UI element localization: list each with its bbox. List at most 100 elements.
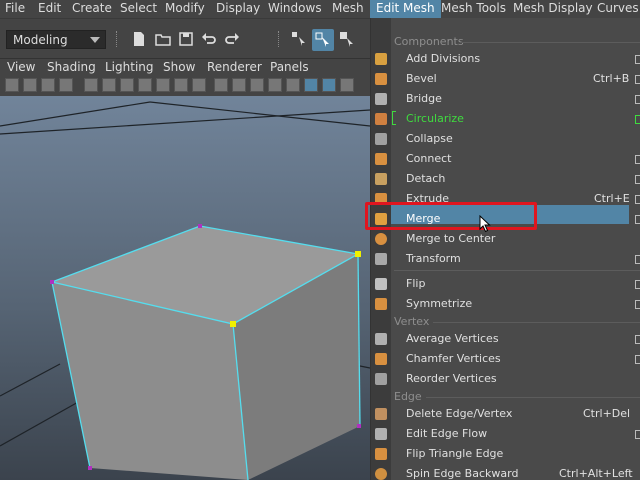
menu-item-edit-edge-flow[interactable]: Edit Edge Flow — [406, 427, 487, 440]
menu-item-detach[interactable]: Detach — [406, 172, 445, 185]
status-toolbar: Modeling — [0, 18, 370, 59]
save-scene-icon[interactable] — [178, 31, 194, 47]
average-vertices-icon — [375, 333, 387, 345]
option-box-icon[interactable] — [635, 115, 640, 124]
merge-to-center-icon — [375, 233, 387, 245]
option-box-icon[interactable] — [635, 255, 640, 264]
camera-select-icon[interactable] — [5, 78, 19, 92]
grid-toggle-icon[interactable] — [84, 78, 98, 92]
menu-item-delete-edge-vertex[interactable]: Delete Edge/Vertex — [406, 407, 512, 420]
selected-vertex[interactable] — [230, 321, 236, 327]
option-box-icon[interactable] — [635, 300, 640, 309]
option-box-icon[interactable] — [635, 335, 640, 344]
option-box-icon[interactable] — [635, 430, 640, 439]
menu-item-merge-to-center[interactable]: Merge to Center — [406, 232, 495, 245]
vertex[interactable] — [88, 466, 92, 470]
shortcut-extrude: Ctrl+E — [594, 192, 630, 205]
menu-item-symmetrize[interactable]: Symmetrize — [406, 297, 472, 310]
open-scene-icon[interactable] — [155, 31, 171, 47]
merge-highlight-callout — [365, 202, 537, 230]
menu-item-bevel[interactable]: Bevel — [406, 72, 437, 85]
option-box-icon[interactable] — [635, 95, 640, 104]
menu-mesh-tools[interactable]: Mesh Tools — [441, 0, 506, 18]
menu-curves[interactable]: Curves — [597, 0, 639, 18]
section-divider — [433, 322, 640, 323]
new-scene-icon[interactable] — [131, 31, 147, 47]
option-box-icon[interactable] — [635, 75, 640, 84]
section-divider — [394, 270, 640, 271]
menu-item-chamfer-vertices[interactable]: Chamfer Vertices — [406, 352, 501, 365]
gate-mask-icon[interactable] — [138, 78, 152, 92]
edit-mesh-dropdown-menu: Components Add Divisions Bevel Ctrl+B Br… — [370, 18, 640, 480]
reorder-vertices-icon — [375, 373, 387, 385]
circularize-icon — [375, 113, 387, 125]
textured-icon[interactable] — [268, 78, 282, 92]
perspective-viewport[interactable] — [0, 96, 370, 480]
menu-modify[interactable]: Modify — [165, 0, 205, 18]
menu-item-add-divisions[interactable]: Add Divisions — [406, 52, 480, 65]
option-box-icon[interactable] — [635, 55, 640, 64]
section-header-edge: Edge — [394, 390, 422, 403]
section-header-vertex: Vertex — [394, 315, 430, 328]
select-by-hierarchy-icon[interactable] — [291, 31, 307, 47]
default-material-icon[interactable] — [250, 78, 264, 92]
menu-windows[interactable]: Windows — [268, 0, 322, 18]
bevel-icon — [375, 73, 387, 85]
option-box-icon[interactable] — [635, 155, 640, 164]
menu-item-collapse[interactable]: Collapse — [406, 132, 453, 145]
option-box-icon[interactable] — [635, 355, 640, 364]
shadows-icon[interactable] — [304, 78, 318, 92]
image-plane-icon[interactable] — [59, 78, 73, 92]
use-all-lights-icon[interactable] — [286, 78, 300, 92]
menu-item-transform[interactable]: Transform — [406, 252, 461, 265]
isolate-select-icon[interactable] — [340, 78, 354, 92]
viewport-icon-bar — [0, 75, 370, 97]
safe-action-icon[interactable] — [174, 78, 188, 92]
menu-item-circularize[interactable]: Circularize — [406, 112, 464, 125]
bookmark-icon[interactable] — [41, 78, 55, 92]
section-divider — [461, 42, 640, 43]
wireframe-icon[interactable] — [214, 78, 228, 92]
selected-vertex[interactable] — [355, 251, 361, 257]
spin-edge-backward-icon — [375, 468, 387, 480]
undo-icon[interactable] — [201, 31, 217, 47]
menu-item-bridge[interactable]: Bridge — [406, 92, 442, 105]
add-divisions-icon — [375, 53, 387, 65]
toolbar-divider — [278, 31, 281, 47]
menu-edit[interactable]: Edit — [38, 0, 61, 18]
menu-edit-mesh[interactable]: Edit Mesh — [370, 0, 441, 18]
vertex[interactable] — [50, 280, 54, 284]
resolution-gate-icon[interactable] — [120, 78, 134, 92]
option-box-icon[interactable] — [635, 175, 640, 184]
film-gate-icon[interactable] — [102, 78, 116, 92]
menu-item-reorder-vertices[interactable]: Reorder Vertices — [406, 372, 497, 385]
menu-set-dropdown[interactable]: Modeling — [6, 30, 106, 49]
option-box-icon[interactable] — [635, 195, 640, 204]
safe-title-icon[interactable] — [192, 78, 206, 92]
menu-display[interactable]: Display — [216, 0, 260, 18]
select-by-object-icon[interactable] — [339, 31, 355, 47]
option-box-icon[interactable] — [635, 215, 640, 224]
menu-file[interactable]: File — [5, 0, 25, 18]
field-chart-icon[interactable] — [156, 78, 170, 92]
menu-create[interactable]: Create — [72, 0, 112, 18]
vertex[interactable] — [357, 424, 361, 428]
menu-mesh[interactable]: Mesh — [332, 0, 364, 18]
menu-select[interactable]: Select — [120, 0, 157, 18]
option-box-icon[interactable] — [635, 280, 640, 289]
vertex[interactable] — [198, 224, 202, 228]
menu-item-flip[interactable]: Flip — [406, 277, 425, 290]
circularize-bracket — [392, 111, 396, 125]
shortcut-delete-edge-vertex: Ctrl+Del — [583, 407, 631, 420]
menu-item-flip-triangle-edge[interactable]: Flip Triangle Edge — [406, 447, 503, 460]
menu-item-connect[interactable]: Connect — [406, 152, 451, 165]
smooth-shade-icon[interactable] — [232, 78, 246, 92]
camera-attributes-icon[interactable] — [23, 78, 37, 92]
redo-icon[interactable] — [224, 31, 240, 47]
xray-icon[interactable] — [322, 78, 336, 92]
bridge-icon — [375, 93, 387, 105]
section-divider — [426, 397, 640, 398]
menu-mesh-display[interactable]: Mesh Display — [513, 0, 593, 18]
menu-item-spin-edge-backward[interactable]: Spin Edge Backward — [406, 467, 518, 480]
menu-item-average-vertices[interactable]: Average Vertices — [406, 332, 499, 345]
